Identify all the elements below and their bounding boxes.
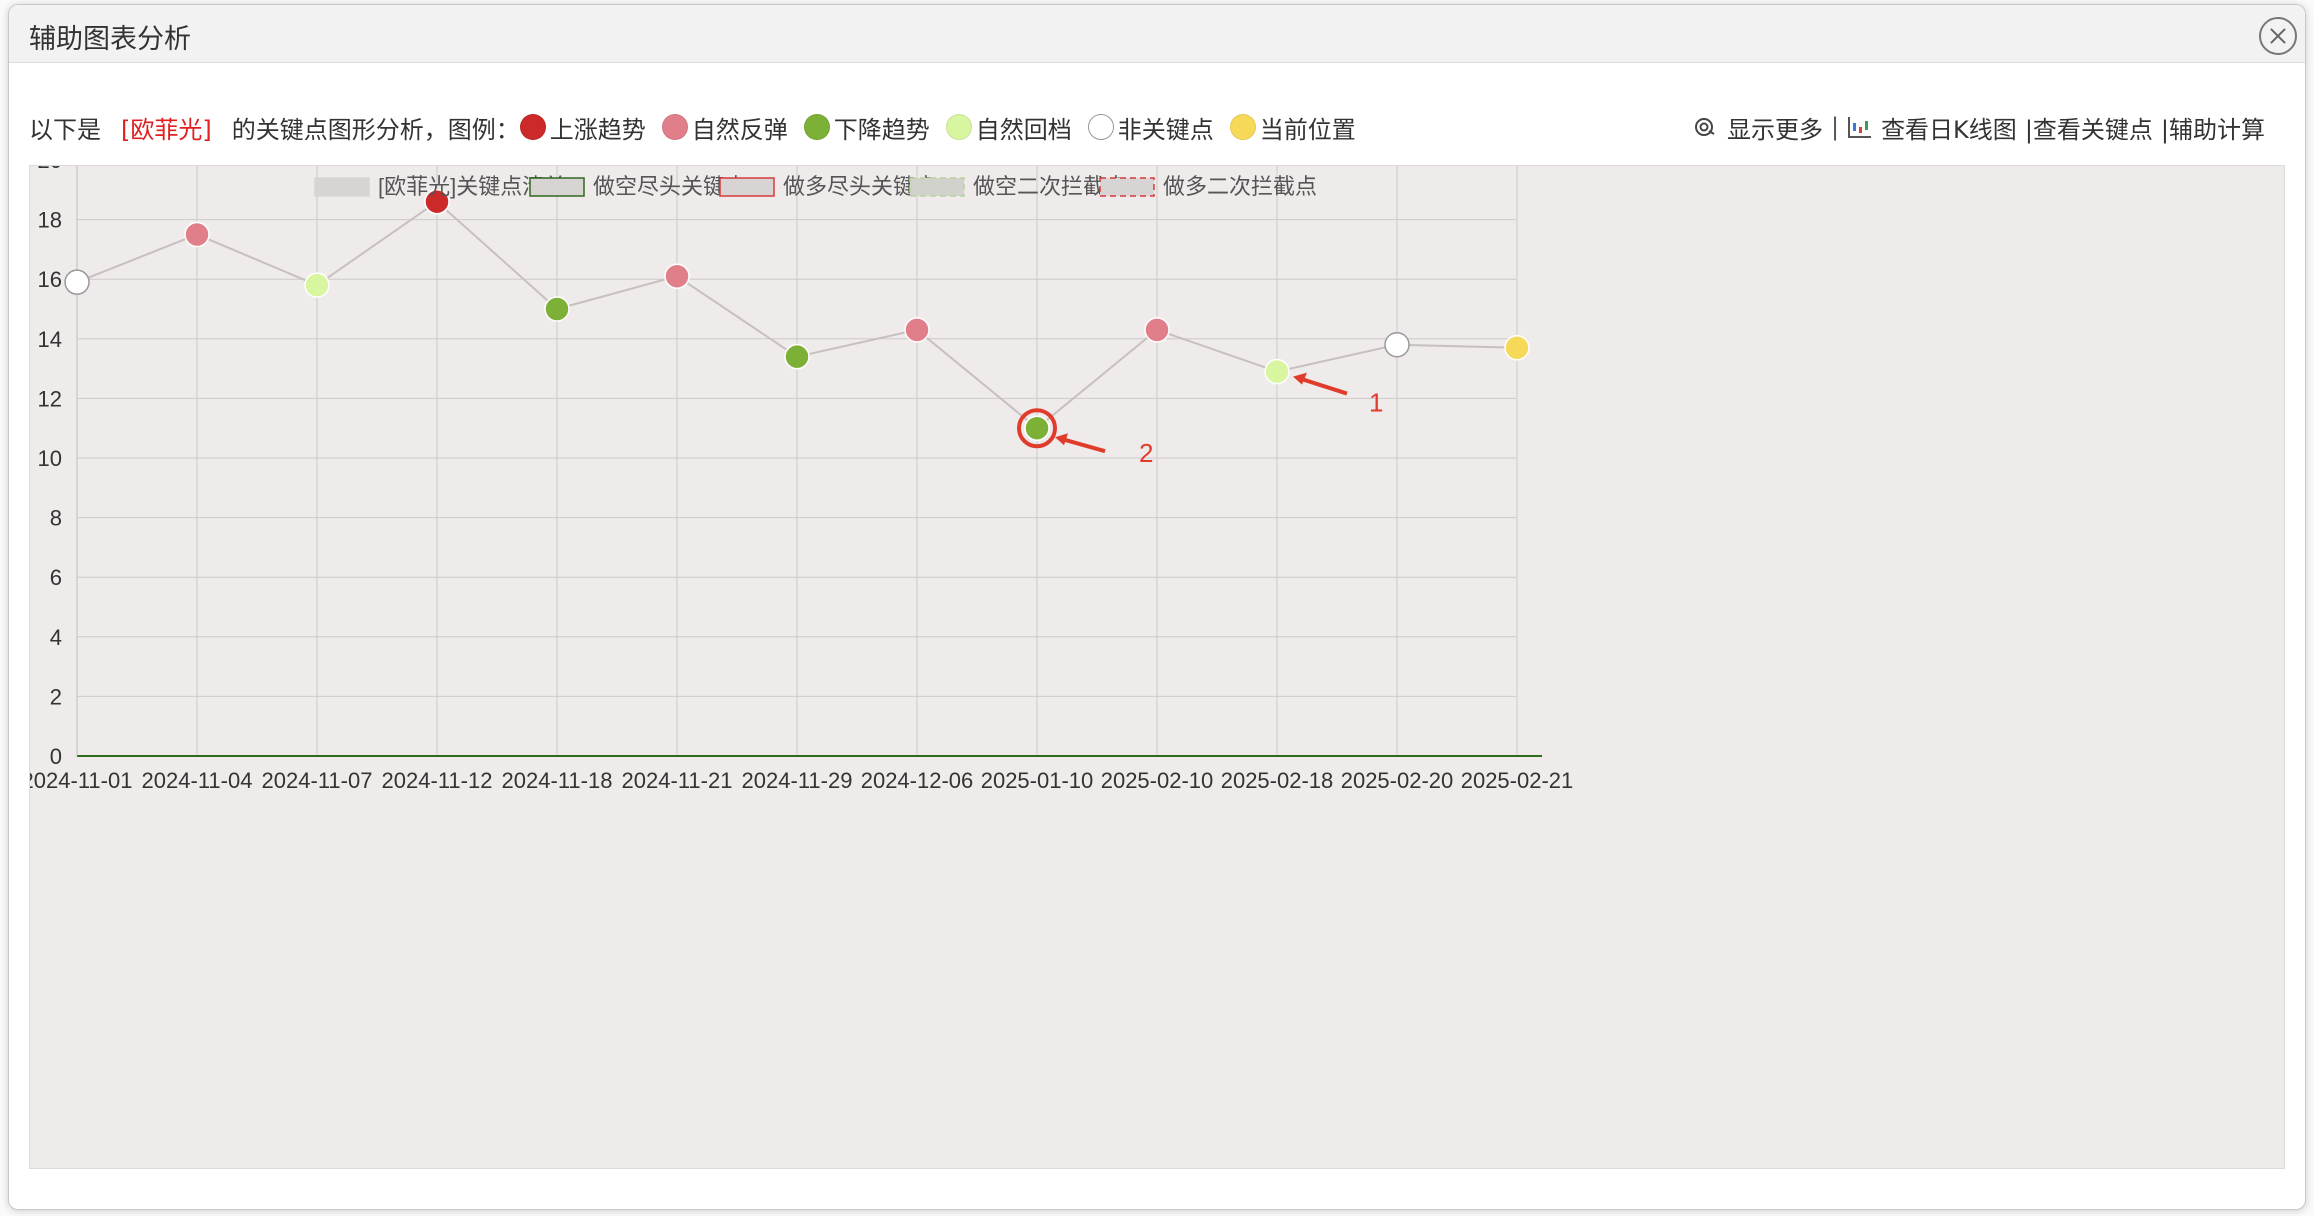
data-point: [1264, 358, 1290, 385]
y-tick-label: 4: [50, 625, 62, 650]
x-tick-label: 2024-11-21: [622, 768, 733, 793]
separator: |: [1830, 113, 1840, 141]
legend-item: 非关键点: [1087, 110, 1214, 145]
stock-name: [欧菲光]: [121, 115, 212, 144]
y-tick-label: 14: [38, 327, 62, 352]
x-tick-label: 2024-11-07: [262, 768, 373, 793]
info-suffix: 的关键点图形分析，图例：: [231, 115, 520, 144]
y-tick-label: 12: [38, 386, 62, 411]
y-tick-label: 18: [38, 208, 62, 233]
legend-label: 自然回档: [975, 115, 1072, 144]
legend-item: 当前位置: [1229, 110, 1356, 145]
x-tick-label: 2024-11-01: [30, 768, 132, 793]
x-tick-label: 2025-02-21: [1461, 768, 1574, 793]
legend-dot-icon: [1229, 114, 1256, 140]
legend-label: 自然反弹: [691, 115, 788, 144]
x-tick-label: 2024-11-04: [142, 768, 253, 793]
data-point: [1144, 317, 1170, 343]
data-point: [904, 317, 930, 343]
annotation-label: 1: [1369, 388, 1383, 418]
y-tick-label: 8: [50, 506, 62, 531]
info-prefix: 以下是: [29, 115, 101, 144]
info-row: 以下是 [欧菲光] 的关键点图形分析，图例： 上涨趋势 自然反弹 下降趋势 自然回档 非…: [29, 109, 2285, 145]
show-more-link[interactable]: 显示更多: [1727, 110, 1823, 145]
legend-label: 非关键点: [1117, 115, 1214, 144]
data-point: [544, 296, 570, 322]
legend-dot-icon: [519, 114, 546, 140]
x-tick-label: 2024-11-29: [742, 768, 853, 793]
x-tick-label: 2024-11-18: [502, 768, 613, 793]
chart-dialog: 辅助图表分析 以下是 [欧菲光] 的关键点图形分析，图例： 上涨趋势 自然反弹 下降…: [8, 4, 2306, 1210]
chart-panel: 024681012141618202024-11-012024-11-04202…: [29, 165, 2285, 1169]
actions-bar: 显示更多 | 查看日K线图 |查看关键点 |辅助计算: [1693, 109, 2265, 145]
close-icon[interactable]: [2259, 17, 2297, 55]
dialog-title: 辅助图表分析: [29, 24, 191, 55]
view-kline-link[interactable]: 查看日K线图: [1881, 110, 2017, 145]
x-tick-label: 2024-12-06: [861, 768, 974, 793]
annotation-arrow: [1296, 375, 1348, 396]
y-tick-label: 0: [50, 744, 62, 769]
keypoint-chart: 024681012141618202024-11-012024-11-04202…: [30, 166, 1574, 793]
data-point: [1384, 332, 1410, 358]
legend-item: 上涨趋势: [519, 110, 646, 145]
legend-item: 自然反弹: [661, 110, 788, 145]
point-legend: 上涨趋势 自然反弹 下降趋势 自然回档 非关键点 当前位置: [519, 110, 1372, 145]
chart-legend-swatch: [909, 177, 965, 197]
legend-dot-icon: [661, 114, 688, 140]
chart-legend-swatch: [1099, 177, 1155, 197]
y-tick-label: 20: [38, 166, 62, 173]
aux-calc-link[interactable]: |辅助计算: [2161, 110, 2265, 145]
x-tick-label: 2025-02-10: [1101, 768, 1214, 793]
annotation-arrow: [1058, 436, 1106, 454]
y-tick-label: 2: [50, 684, 62, 709]
legend-item: 自然回档: [945, 110, 1072, 145]
x-tick-label: 2025-01-10: [981, 768, 1094, 793]
y-tick-label: 16: [38, 267, 62, 292]
legend-dot-icon: [945, 114, 972, 140]
y-tick-label: 6: [50, 565, 62, 590]
chart-legend-swatch: [529, 177, 585, 197]
data-point: [64, 269, 90, 295]
swirl-icon: [1693, 115, 1719, 139]
kline-chart-icon: [1847, 115, 1873, 139]
chart-legend-swatch: [314, 177, 370, 197]
dialog-titlebar: 辅助图表分析: [9, 5, 2305, 63]
annotation-label: 2: [1139, 438, 1153, 468]
view-keypoints-link[interactable]: |查看关键点: [2025, 110, 2153, 145]
data-point: [1024, 415, 1050, 441]
x-tick-label: 2025-02-20: [1341, 768, 1454, 793]
chart-legend-label: 做多二次拦截点: [1163, 174, 1317, 199]
y-tick-label: 10: [38, 446, 62, 471]
legend-label: 当前位置: [1259, 115, 1356, 144]
data-point: [664, 263, 690, 289]
x-tick-label: 2025-02-18: [1221, 768, 1334, 793]
x-tick-label: 2024-11-12: [382, 768, 493, 793]
chart-legend-swatch: [719, 177, 775, 197]
data-point: [304, 272, 330, 298]
data-point: [784, 343, 810, 370]
data-point: [1504, 334, 1530, 361]
legend-label: 上涨趋势: [549, 115, 646, 144]
legend-item: 下降趋势: [803, 110, 930, 145]
legend-dot-icon: [1087, 114, 1114, 140]
data-point: [184, 221, 210, 248]
legend-label: 下降趋势: [833, 115, 930, 144]
legend-dot-icon: [803, 114, 830, 140]
